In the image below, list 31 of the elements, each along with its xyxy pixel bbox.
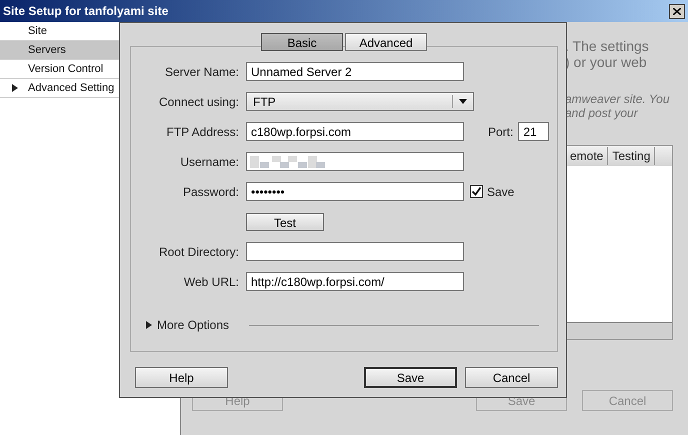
port-field[interactable]: 21 [518,122,550,141]
test-button[interactable]: Test [246,212,324,230]
close-button[interactable] [669,4,685,18]
field-label: Port: [488,124,514,140]
tab[interactable]: Advanced [345,33,427,51]
dialog-button[interactable]: Cancel [465,367,558,388]
more-options-toggle[interactable]: More Options [157,316,230,334]
column-header[interactable]: Testing [608,147,656,165]
field-label: Root Directory: [158,244,239,260]
text-field[interactable]: Unnamed Server 2 [246,62,464,81]
text-field[interactable] [246,152,464,171]
checkbox-label: Save [487,184,514,200]
tab[interactable]: Basic [261,33,343,51]
dialog-button[interactable]: Save [364,367,457,388]
caret-icon [459,99,467,104]
expander-icon[interactable] [10,84,18,92]
field-label: FTP Address: [166,124,239,140]
dialog-button[interactable]: Help [135,367,228,388]
close-icon [673,8,681,14]
expander-icon[interactable] [145,321,152,329]
field-label: Web URL: [182,274,239,290]
window-title: Site Setup for tanfolyami site [3,3,170,20]
text-field[interactable]: c180wp.forpsi.com [246,122,464,141]
password-field[interactable]: •••••••• [246,182,464,201]
text-field[interactable]: http://c180wp.forpsi.com/ [246,272,464,291]
dropdown[interactable]: FTP [246,92,474,111]
field-label: Username: [179,154,239,170]
save-checkbox[interactable] [470,185,483,198]
field-label: Password: [182,184,239,200]
description-text: amweaver site. You [565,92,671,106]
text-field[interactable] [246,242,464,261]
